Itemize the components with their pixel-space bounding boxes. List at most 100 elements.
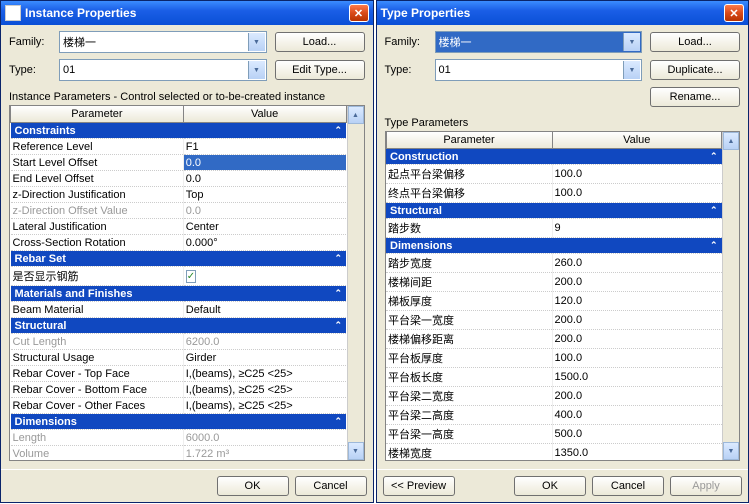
- param-value[interactable]: 200.0: [552, 273, 721, 292]
- table-row[interactable]: 楼梯偏移距离200.0: [386, 330, 722, 349]
- section-header[interactable]: Materials and Finishes⌃: [11, 286, 347, 302]
- param-value[interactable]: 0.000°: [183, 235, 346, 251]
- col-value[interactable]: Value: [183, 106, 346, 123]
- param-value[interactable]: 1350.0: [552, 444, 721, 461]
- table-row[interactable]: Rebar Cover - Top FaceI,(beams), ≥C25 <2…: [11, 366, 347, 382]
- close-button[interactable]: ✕: [349, 4, 369, 22]
- param-value[interactable]: 120.0: [552, 292, 721, 311]
- table-row[interactable]: 梯板厚度120.0: [386, 292, 722, 311]
- param-value[interactable]: 1.722 m³: [183, 446, 346, 461]
- chevron-down-icon[interactable]: ▼: [623, 61, 640, 79]
- table-row[interactable]: 平台板长度1500.0: [386, 368, 722, 387]
- close-button[interactable]: ✕: [724, 4, 744, 22]
- ok-button[interactable]: OK: [217, 476, 289, 496]
- section-header[interactable]: Constraints⌃: [11, 123, 347, 139]
- chevron-down-icon[interactable]: ▼: [248, 61, 265, 79]
- section-header[interactable]: Rebar Set⌃: [11, 251, 347, 267]
- table-row[interactable]: Reference LevelF1: [11, 139, 347, 155]
- scroll-up-icon[interactable]: ▲: [723, 132, 739, 150]
- edit-type-button[interactable]: Edit Type...: [275, 60, 365, 80]
- table-row[interactable]: Rebar Cover - Bottom FaceI,(beams), ≥C25…: [11, 382, 347, 398]
- titlebar[interactable]: Type Properties ✕: [377, 1, 749, 25]
- param-value[interactable]: 0.0: [183, 171, 346, 187]
- param-value[interactable]: Top: [183, 187, 346, 203]
- param-value[interactable]: F1: [183, 139, 346, 155]
- table-row[interactable]: Lateral JustificationCenter: [11, 219, 347, 235]
- table-row[interactable]: 楼梯间距200.0: [386, 273, 722, 292]
- param-value[interactable]: 6200.0: [183, 334, 346, 350]
- param-value[interactable]: 6000.0: [183, 430, 346, 446]
- param-value[interactable]: Girder: [183, 350, 346, 366]
- section-header[interactable]: Structural⌃: [11, 318, 347, 334]
- param-value[interactable]: 100.0: [552, 349, 721, 368]
- param-value[interactable]: 500.0: [552, 425, 721, 444]
- param-value[interactable]: ✓: [183, 267, 346, 286]
- section-header[interactable]: Structural⌃: [386, 203, 722, 219]
- cancel-button[interactable]: Cancel: [295, 476, 367, 496]
- col-parameter[interactable]: Parameter: [11, 106, 184, 123]
- param-value[interactable]: 100.0: [552, 184, 721, 203]
- family-combo[interactable]: 楼梯一▼: [435, 31, 643, 53]
- param-value[interactable]: 9: [552, 219, 721, 238]
- preview-button[interactable]: << Preview: [383, 476, 455, 496]
- table-row[interactable]: 平台梁一高度500.0: [386, 425, 722, 444]
- scroll-down-icon[interactable]: ▼: [348, 442, 364, 460]
- scrollbar[interactable]: ▲ ▼: [347, 106, 364, 460]
- param-value[interactable]: Default: [183, 302, 346, 318]
- table-row[interactable]: 踏步数9: [386, 219, 722, 238]
- cancel-button[interactable]: Cancel: [592, 476, 664, 496]
- section-header[interactable]: Dimensions⌃: [386, 238, 722, 254]
- col-value[interactable]: Value: [552, 132, 721, 149]
- table-row[interactable]: 平台板厚度100.0: [386, 349, 722, 368]
- duplicate-button[interactable]: Duplicate...: [650, 60, 740, 80]
- chevron-down-icon[interactable]: ▼: [623, 33, 640, 51]
- apply-button[interactable]: Apply: [670, 476, 742, 496]
- load-button[interactable]: Load...: [650, 32, 740, 52]
- param-value[interactable]: 260.0: [552, 254, 721, 273]
- param-value[interactable]: I,(beams), ≥C25 <25>: [183, 382, 346, 398]
- param-value[interactable]: 400.0: [552, 406, 721, 425]
- section-header[interactable]: Dimensions⌃: [11, 414, 347, 430]
- param-value[interactable]: 200.0: [552, 387, 721, 406]
- rename-button[interactable]: Rename...: [650, 87, 740, 107]
- table-row[interactable]: Beam MaterialDefault: [11, 302, 347, 318]
- param-value[interactable]: I,(beams), ≥C25 <25>: [183, 398, 346, 414]
- param-value[interactable]: Center: [183, 219, 346, 235]
- ok-button[interactable]: OK: [514, 476, 586, 496]
- table-row[interactable]: z-Direction Offset Value0.0: [11, 203, 347, 219]
- section-header[interactable]: Construction⌃: [386, 149, 722, 165]
- table-row[interactable]: 起点平台梁偏移100.0: [386, 165, 722, 184]
- scroll-up-icon[interactable]: ▲: [348, 106, 364, 124]
- param-value[interactable]: 0.0: [183, 155, 346, 171]
- table-row[interactable]: Rebar Cover - Other FacesI,(beams), ≥C25…: [11, 398, 347, 414]
- table-row[interactable]: 终点平台梁偏移100.0: [386, 184, 722, 203]
- table-row[interactable]: z-Direction JustificationTop: [11, 187, 347, 203]
- table-row[interactable]: 是否显示钢筋✓: [11, 267, 347, 286]
- table-row[interactable]: Cross-Section Rotation0.000°: [11, 235, 347, 251]
- col-parameter[interactable]: Parameter: [386, 132, 552, 149]
- param-value[interactable]: 200.0: [552, 330, 721, 349]
- table-row[interactable]: 踏步宽度260.0: [386, 254, 722, 273]
- table-row[interactable]: 平台梁二高度400.0: [386, 406, 722, 425]
- param-value[interactable]: 100.0: [552, 165, 721, 184]
- param-value[interactable]: 200.0: [552, 311, 721, 330]
- table-row[interactable]: 平台梁二宽度200.0: [386, 387, 722, 406]
- type-combo[interactable]: 01▼: [59, 59, 267, 81]
- scroll-down-icon[interactable]: ▼: [723, 442, 739, 460]
- table-row[interactable]: Start Level Offset0.0: [11, 155, 347, 171]
- param-value[interactable]: I,(beams), ≥C25 <25>: [183, 366, 346, 382]
- table-row[interactable]: Volume1.722 m³: [11, 446, 347, 461]
- scrollbar[interactable]: ▲ ▼: [722, 132, 739, 460]
- table-row[interactable]: 平台梁一宽度200.0: [386, 311, 722, 330]
- table-row[interactable]: 楼梯宽度1350.0: [386, 444, 722, 461]
- checkbox-icon[interactable]: ✓: [186, 270, 196, 283]
- chevron-down-icon[interactable]: ▼: [248, 33, 265, 51]
- table-row[interactable]: Length6000.0: [11, 430, 347, 446]
- param-value[interactable]: 0.0: [183, 203, 346, 219]
- load-button[interactable]: Load...: [275, 32, 365, 52]
- table-row[interactable]: Cut Length6200.0: [11, 334, 347, 350]
- family-combo[interactable]: 楼梯一▼: [59, 31, 267, 53]
- type-combo[interactable]: 01▼: [435, 59, 643, 81]
- table-row[interactable]: End Level Offset0.0: [11, 171, 347, 187]
- titlebar[interactable]: Instance Properties ✕: [1, 1, 373, 25]
